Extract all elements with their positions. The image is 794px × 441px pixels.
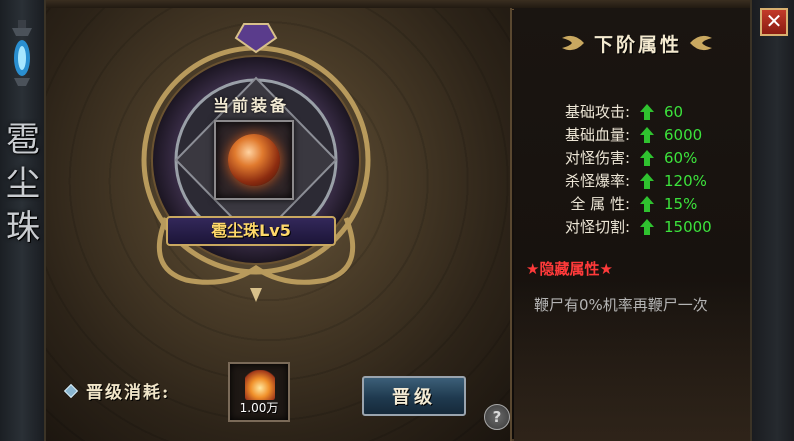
attribute-row: 对怪切割: 15000 [540,215,750,238]
fire-orb-icon [228,134,280,186]
upgrade-cost-label: 晋级消耗: [86,383,171,403]
upgrade-button[interactable]: 晋级 [362,376,466,416]
attribute-name: 全 属 性: [570,195,630,213]
attribute-name: 基础血量: [564,126,630,144]
current-equipment-label: 当前装备 [212,96,289,115]
hidden-attributes-description: 鞭尸有0%机率再鞭尸一次 [534,296,708,314]
attribute-value: 15% [664,194,698,213]
ornament-right-icon [690,35,712,51]
up-arrow-icon [640,218,654,235]
ember-crystal-icon [245,370,275,400]
attribute-value: 15000 [664,217,712,236]
equipment-slot[interactable] [214,120,294,200]
attribute-row: 杀怪爆率: 120% [540,169,750,192]
attribute-value: 60% [664,148,698,167]
attribute-name: 杀怪爆率: [564,172,630,190]
up-arrow-icon [640,172,654,189]
side-title-char: 尘 [6,164,40,204]
diamond-bullet-icon [63,383,79,398]
ornament-left-icon [562,35,584,51]
up-arrow-icon [640,103,654,120]
attribute-value: 6000 [664,125,703,144]
up-arrow-icon [640,195,654,212]
right-border-strip [750,0,794,441]
attribute-list: 基础攻击: 60 基础血量: 6000 对怪伤害: 60% 杀怪爆率: 120%… [540,100,750,238]
attribute-value: 120% [664,171,707,190]
side-title-char: 珠 [6,208,40,248]
attribute-name: 对怪伤害: [564,149,630,167]
lamp-icon [12,20,32,86]
attribute-name: 对怪切割: [564,218,630,236]
attribute-row: 基础攻击: 60 [540,100,750,123]
help-button[interactable]: ? [484,404,510,430]
attribute-row: 对怪伤害: 60% [540,146,750,169]
upgrade-cost-row: 晋级消耗: [63,378,171,403]
side-title: 雹 尘 珠 [0,118,46,250]
attribute-row: 基础血量: 6000 [540,123,750,146]
side-title-strip: 雹 尘 珠 [0,0,46,441]
side-title-char: 雹 [6,120,40,160]
cost-amount: 1.00万 [239,401,279,415]
attribute-row: 全 属 性: 15% [540,192,750,215]
item-name: 雹尘珠Lv5 [166,216,336,246]
attribute-value: 60 [664,102,684,121]
close-button[interactable]: ✕ [760,8,788,36]
next-stage-title: 下阶属性 [593,34,682,56]
up-arrow-icon [640,126,654,143]
cost-item-slot[interactable]: 1.00万 [228,362,290,422]
up-arrow-icon [640,149,654,166]
hidden-attributes-title: ★隐藏属性★ [526,260,613,278]
attribute-name: 基础攻击: [564,103,630,121]
